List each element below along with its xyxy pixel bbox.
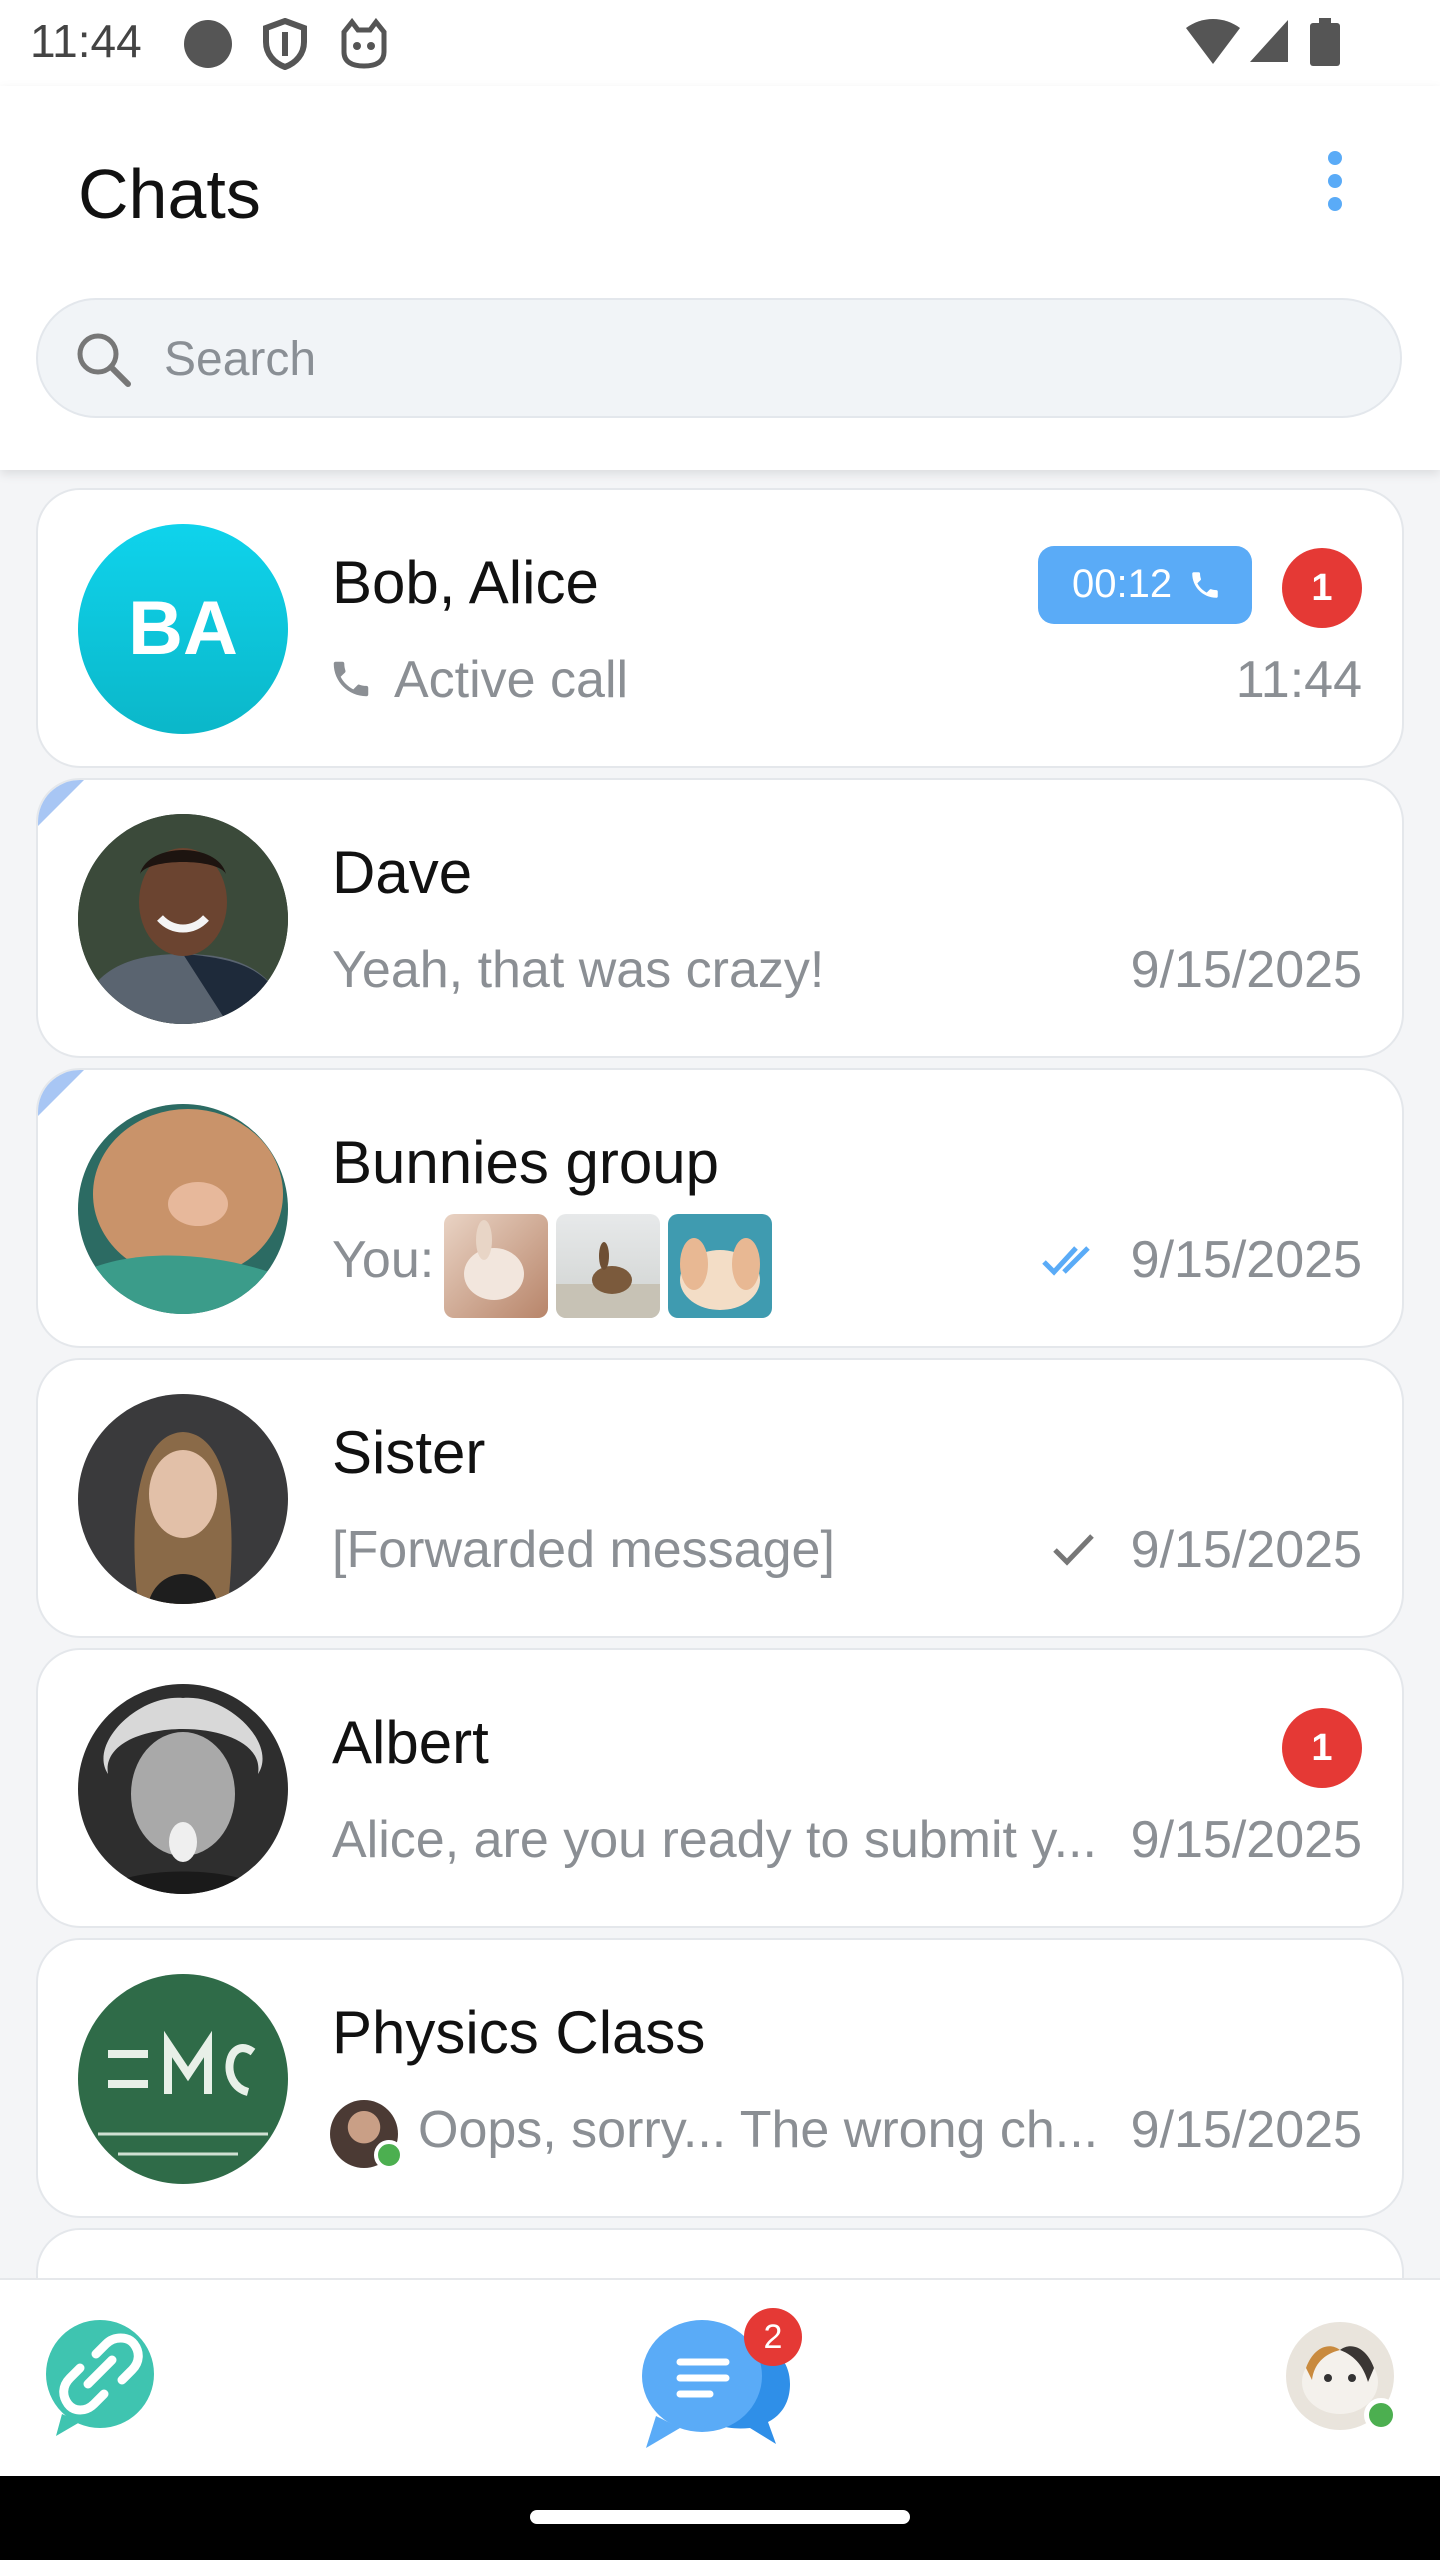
chat-time: 9/15/2025 [1130,1231,1362,1289]
status-bar: 11:44 [0,0,1440,86]
double-check-icon [1042,1246,1090,1276]
wifi-icon [1186,19,1240,64]
chats-badge: 2 [744,2308,802,2366]
avatar: BA [78,524,288,734]
chat-time: 9/15/2025 [1130,1811,1362,1869]
chat-name: Albert [332,1709,489,1776]
circle-icon [184,20,232,68]
chat-time: 9/15/2025 [1130,1521,1362,1579]
cat-icon [341,18,387,69]
profile-button[interactable] [1284,2320,1398,2432]
search-icon [77,333,131,387]
media-thumbnail[interactable] [556,1214,660,1318]
bunny-photo-2 [556,1242,660,1318]
pinned-flag [38,780,84,826]
chat-preview: Yeah, that was crazy! [332,941,825,999]
battery-icon [1310,18,1340,66]
search-bar[interactable] [36,298,1402,418]
chat-name: Bob, Alice [332,549,599,616]
chat-time: 9/15/2025 [1130,2101,1362,2159]
media-thumbnail[interactable] [444,1214,548,1318]
chat-item-albert[interactable]: Albert 1 Alice, are you ready to submit … [36,1648,1404,1928]
chat-item-dave[interactable]: Dave Yeah, that was crazy! 9/15/2025 [36,778,1404,1058]
phone-icon [333,661,369,697]
shield-icon [263,18,307,70]
chat-preview: [Forwarded message] [332,1521,835,1579]
chat-name: Bunnies group [332,1129,719,1196]
more-vertical-icon [1328,151,1342,211]
check-icon [1053,1534,1094,1566]
app-header: Chats [0,86,1440,470]
pinned-flag [38,1070,84,1116]
chat-preview: Oops, sorry... The wrong ch... [418,2101,1099,2159]
chat-item-bunnies-group[interactable]: Bunnies group You: 9/15/2025 [36,1068,1404,1348]
chat-item-sister[interactable]: Sister [Forwarded message] 9/15/2025 [36,1358,1404,1638]
phone-icon [1192,572,1218,598]
bottom-navigation: 2 [0,2278,1440,2478]
avatar-initials: BA [128,586,238,671]
chat-list: BA Bob, Alice 00:12 1 Active call 11:44 [36,488,1404,2278]
person-photo [78,814,288,1024]
chat-name: Dave [332,839,473,906]
status-time: 11:44 [30,15,142,67]
chats-tab[interactable]: 2 [640,2308,802,2452]
bunny-photo [78,1104,288,1314]
link-icon [46,2320,154,2436]
chat-item-physics-class[interactable]: Physics Class Oops, sorry... The wrong c… [36,1938,1404,2218]
chat-preview: Active call [394,651,629,709]
links-button[interactable] [44,2318,156,2436]
call-duration-button[interactable]: 00:12 [1038,546,1252,624]
person-photo [78,1394,288,1604]
online-indicator [1364,2398,1398,2432]
chalkboard-photo [78,1974,288,2184]
avatar [78,1394,288,1604]
search-input[interactable] [162,326,1346,392]
page-title: Chats [78,155,261,233]
chat-name: Sister [332,1419,486,1486]
online-indicator [374,2140,404,2170]
unread-badge: 1 [1282,1708,1362,1788]
chat-time: 9/15/2025 [1130,941,1362,999]
chat-item-bob-alice[interactable]: BA Bob, Alice 00:12 1 Active call 11:44 [36,488,1404,768]
media-thumbnail[interactable] [668,1214,772,1318]
chat-item-partial[interactable] [36,2228,1404,2278]
person-photo [78,1684,288,1894]
avatar [78,814,288,1024]
more-menu-button[interactable] [1310,148,1360,214]
avatar [78,1684,288,1894]
chat-name: Physics Class [332,1999,706,2066]
chat-time: 11:44 [1235,651,1362,709]
avatar [78,1104,288,1314]
avatar [78,1974,288,2184]
chat-preview: You: [332,1231,435,1289]
call-duration: 00:12 [1072,562,1173,606]
home-gesture-handle[interactable] [530,2510,910,2524]
signal-icon [1250,20,1288,62]
chat-preview: Alice, are you ready to submit y... [332,1811,1097,1869]
unread-badge: 1 [1282,548,1362,628]
bunny-photo-3 [680,1238,760,1310]
bunny-photo-1 [464,1220,524,1300]
